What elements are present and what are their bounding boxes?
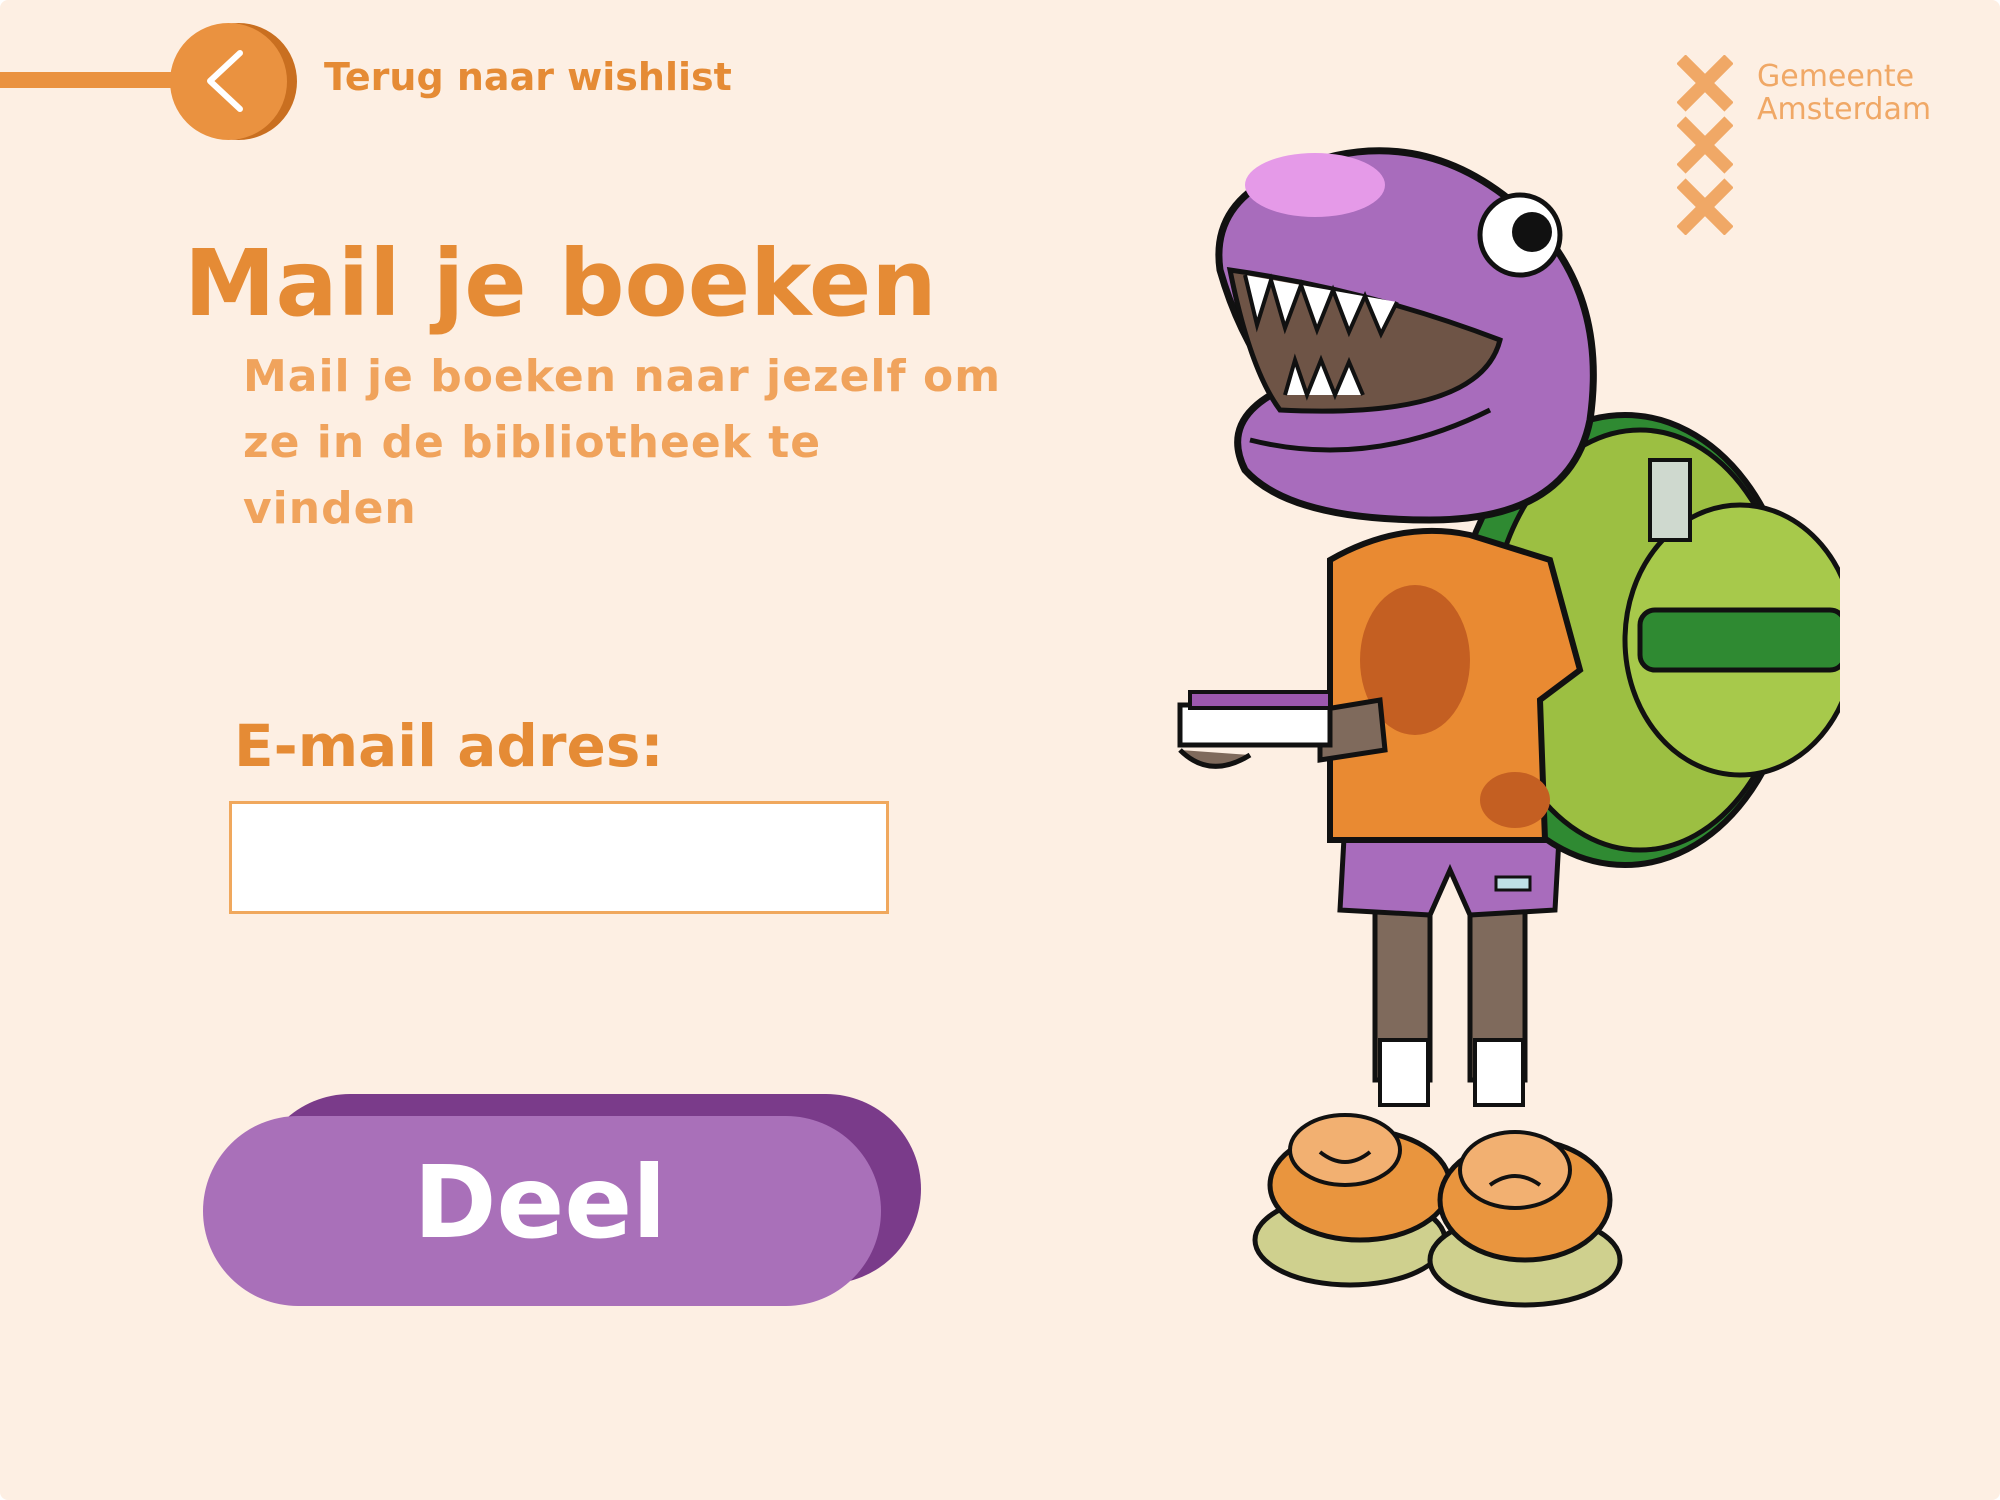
dino-kid-illustration	[1177, 147, 1840, 1308]
logo-line-1: Gemeente	[1757, 59, 1915, 94]
right-shoe-icon	[1427, 1130, 1623, 1308]
email-input[interactable]	[229, 801, 889, 914]
page-subtitle: Mail je boeken naar jezelf om ze in de b…	[243, 351, 1002, 534]
logo-line-2: Amsterdam	[1757, 92, 1932, 127]
back-to-wishlist-link[interactable]: Terug naar wishlist	[324, 55, 732, 99]
left-shoe-icon	[1252, 1113, 1453, 1288]
book-icon	[1177, 690, 1333, 748]
mail-books-screen: Terug naar wishlist Gemeente Amsterdam M…	[0, 0, 2000, 1500]
email-label: E-mail adres:	[234, 712, 664, 780]
gemeente-amsterdam-logo-text: Gemeente Amsterdam	[1757, 60, 1931, 126]
chevron-left-icon	[207, 50, 243, 112]
share-button-label[interactable]: Deel	[0, 1113, 1080, 1293]
back-button[interactable]	[170, 23, 297, 140]
page-title: Mail je boeken	[184, 230, 937, 337]
dinosaur-hood-icon	[1215, 147, 1597, 524]
